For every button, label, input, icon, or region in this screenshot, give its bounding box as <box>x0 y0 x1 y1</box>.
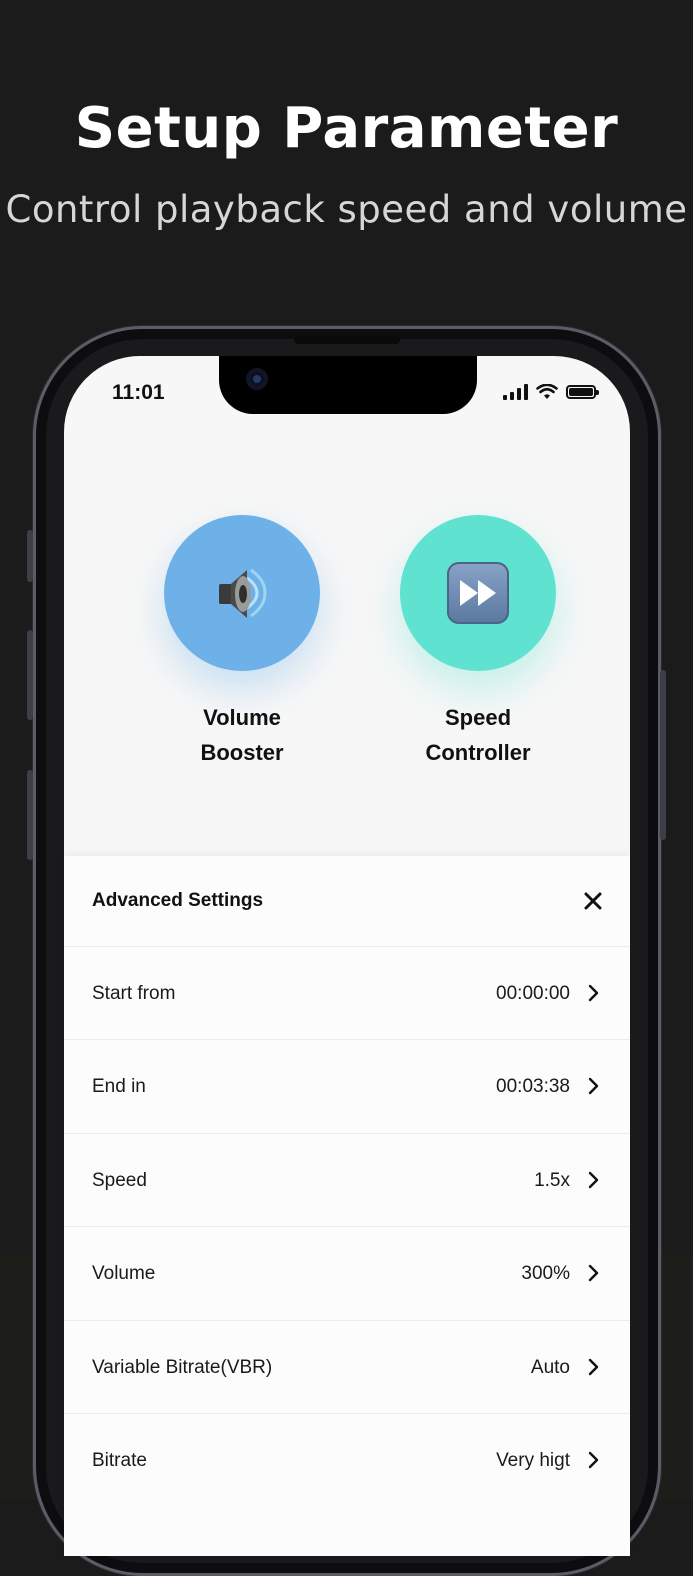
volume-booster-label: Volume Booster <box>200 705 284 765</box>
setting-row-speed[interactable]: Speed 1.5x <box>64 1133 630 1226</box>
setting-row-start-from[interactable]: Start from 00:00:00 <box>64 946 630 1039</box>
setting-value: 300% <box>521 1263 570 1284</box>
cellular-signal-icon <box>503 384 528 400</box>
fast-forward-icon <box>447 562 509 624</box>
setting-label: End in <box>92 1076 146 1097</box>
speed-controller-button[interactable] <box>400 515 556 671</box>
setting-value: 1.5x <box>534 1170 570 1191</box>
chevron-right-icon <box>588 1451 599 1469</box>
phone-volume-up-button <box>27 630 33 720</box>
advanced-settings-title: Advanced Settings <box>92 890 264 911</box>
setting-value: 00:00:00 <box>496 983 570 1004</box>
promo-subhead: Control playback speed and volume <box>5 188 688 231</box>
close-icon[interactable] <box>582 890 604 912</box>
chevron-right-icon <box>588 1264 599 1282</box>
setting-value: Very higt <box>496 1450 570 1471</box>
wifi-icon <box>536 384 558 399</box>
speed-controller-label: Speed Controller <box>425 705 531 765</box>
phone-mute-switch <box>27 530 33 582</box>
chevron-right-icon <box>588 1077 599 1095</box>
status-time: 11:01 <box>112 381 165 404</box>
chevron-right-icon <box>588 1171 599 1189</box>
volume-booster-button[interactable] <box>164 515 320 671</box>
setting-value: Auto <box>530 1357 570 1378</box>
setting-label: Volume <box>92 1263 156 1284</box>
setting-row-bitrate[interactable]: Bitrate Very higt <box>64 1413 630 1506</box>
chevron-right-icon <box>588 984 599 1002</box>
setting-value: 00:03:38 <box>496 1076 570 1097</box>
phone-volume-down-button <box>27 770 33 860</box>
battery-icon <box>566 385 599 399</box>
phone-speaker-slot <box>294 336 400 344</box>
setting-row-volume[interactable]: Volume 300% <box>64 1226 630 1319</box>
setting-label: Speed <box>92 1170 147 1191</box>
phone-power-button <box>660 670 666 840</box>
setting-row-vbr[interactable]: Variable Bitrate(VBR) Auto <box>64 1320 630 1413</box>
chevron-right-icon <box>588 1358 599 1376</box>
promo-headline: Setup Parameter <box>74 96 619 161</box>
setting-label: Start from <box>92 983 176 1004</box>
status-icons <box>503 381 599 403</box>
speaker-icon <box>219 568 267 618</box>
setting-label: Bitrate <box>92 1450 147 1471</box>
front-camera <box>246 368 268 390</box>
setting-label: Variable Bitrate(VBR) <box>92 1357 273 1378</box>
setting-row-end-in[interactable]: End in 00:03:38 <box>64 1039 630 1132</box>
